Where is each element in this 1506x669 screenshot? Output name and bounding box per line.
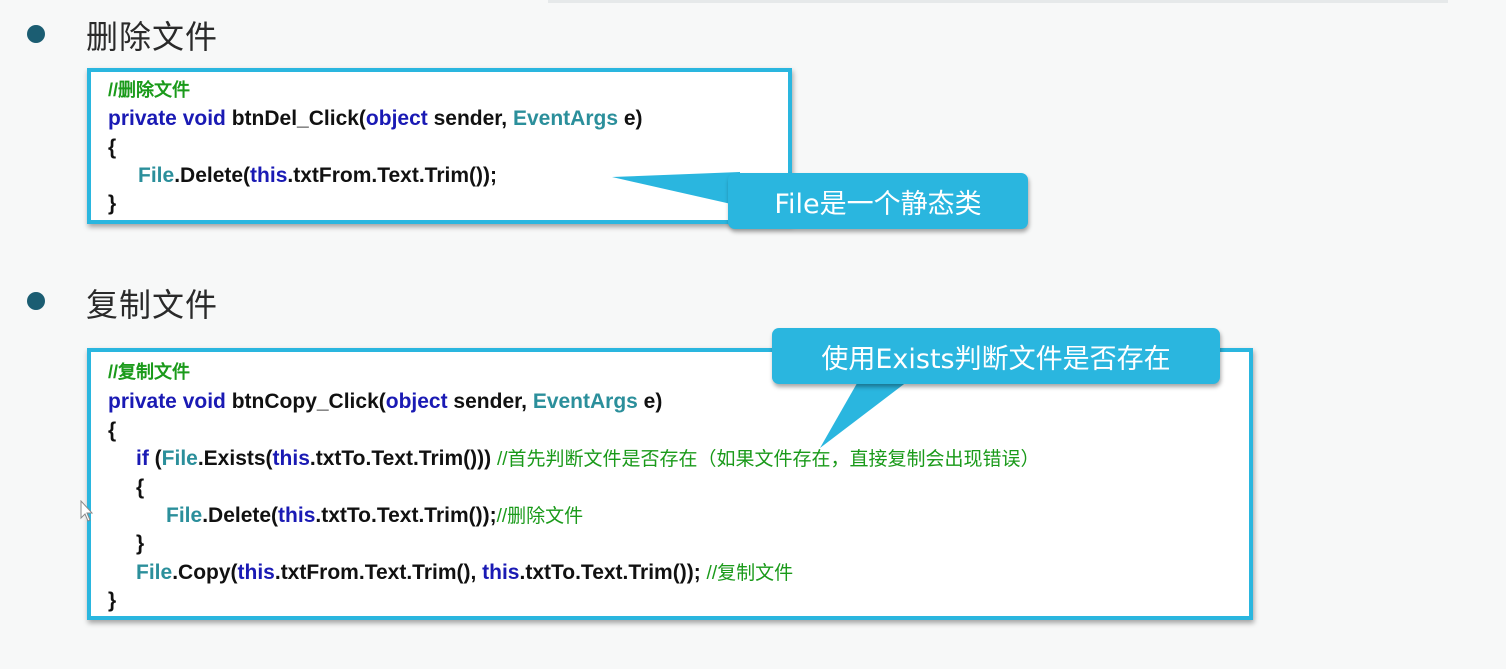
callout-exists-check: 使用Exists判断文件是否存在 bbox=[772, 328, 1220, 384]
mouse-cursor-icon bbox=[80, 500, 94, 522]
callout-pointer bbox=[820, 378, 912, 448]
